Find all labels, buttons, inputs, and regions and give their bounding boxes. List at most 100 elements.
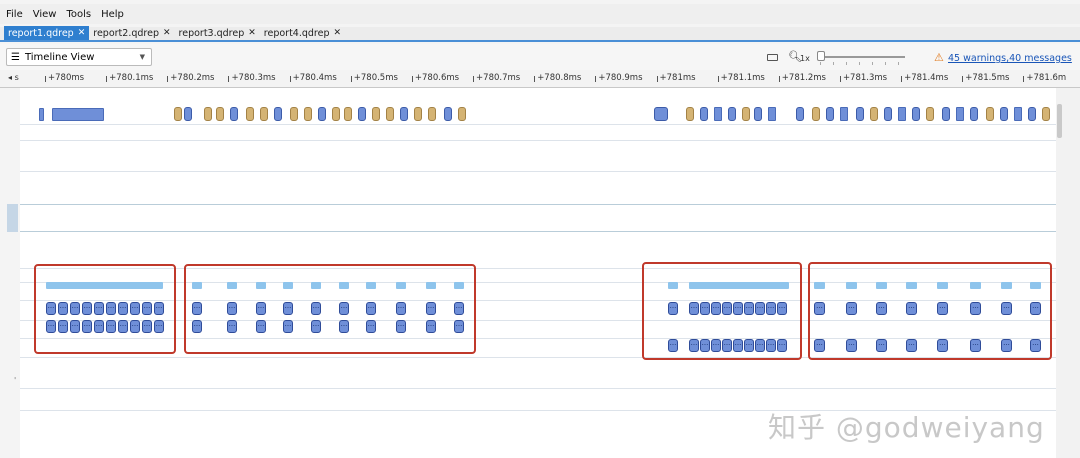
menu-help[interactable]: Help: [101, 9, 124, 20]
row-divider: [20, 124, 1056, 125]
report-tab-bar: report1.qdrep ✕ report2.qdrep ✕ report3.…: [0, 26, 1080, 42]
kernel-event[interactable]: [840, 107, 848, 121]
tab-label: report3.qdrep: [178, 27, 245, 39]
time-ruler[interactable]: ◂ s +780ms +780.1ms +780.2ms +780.3ms +780.4…: [0, 70, 1080, 88]
kernel-event[interactable]: [400, 107, 408, 121]
kernel-event[interactable]: [728, 107, 736, 121]
kernel-event[interactable]: [184, 107, 192, 121]
kernel-event[interactable]: [884, 107, 892, 121]
ruler-tick-label: +781.5ms: [962, 73, 1010, 83]
zoom-slider-track[interactable]: [817, 56, 905, 58]
kernel-event[interactable]: [304, 107, 312, 121]
row-selection-marker: [7, 204, 18, 232]
warnings-link[interactable]: 45 warnings,40 messages: [948, 53, 1072, 64]
ruler-tick-label: +781.4ms: [901, 73, 949, 83]
tab-report3[interactable]: report3.qdrep ✕: [175, 26, 260, 40]
kernel-event[interactable]: [1000, 107, 1008, 121]
kernel-event[interactable]: [942, 107, 950, 121]
kernel-event[interactable]: [686, 107, 694, 121]
kernel-event[interactable]: [714, 107, 722, 121]
kernel-event[interactable]: [1028, 107, 1036, 121]
kernel-event[interactable]: [742, 107, 750, 121]
kernel-event[interactable]: [260, 107, 268, 121]
kernel-event[interactable]: [1014, 107, 1022, 121]
view-select[interactable]: ☰ Timeline View ▼: [6, 48, 152, 66]
ruler-tick-label: +781.6m: [1023, 73, 1067, 83]
view-select-value: Timeline View: [24, 51, 95, 63]
kernel-event[interactable]: [344, 107, 352, 121]
ruler-tick-label: +780.9ms: [595, 73, 643, 83]
tab-report2[interactable]: report2.qdrep ✕: [89, 26, 174, 40]
kernel-event[interactable]: [700, 107, 708, 121]
highlight-box: [34, 264, 176, 354]
kernel-event[interactable]: [332, 107, 340, 121]
kernel-event[interactable]: [970, 107, 978, 121]
kernel-event[interactable]: [372, 107, 380, 121]
kernel-event[interactable]: [358, 107, 366, 121]
kernel-event[interactable]: [956, 107, 964, 121]
menu-view[interactable]: View: [33, 9, 57, 20]
ruler-tick-label: +780ms: [44, 73, 85, 83]
ruler-tick-label: +780.1ms: [106, 73, 154, 83]
close-icon[interactable]: ✕: [248, 28, 256, 38]
menu-bar: File View Tools Help: [0, 4, 1080, 24]
kernel-event[interactable]: [856, 107, 864, 121]
menu-tools[interactable]: Tools: [66, 9, 91, 20]
tab-label: report2.qdrep: [93, 27, 159, 39]
kernel-event[interactable]: [318, 107, 326, 121]
vertical-scrollbar-thumb[interactable]: [1057, 104, 1062, 138]
kernel-event[interactable]: [754, 107, 762, 121]
kernel-event[interactable]: [654, 107, 668, 121]
kernel-event[interactable]: [274, 107, 282, 121]
selected-row[interactable]: [20, 204, 1056, 232]
kernel-event[interactable]: [204, 107, 212, 121]
watermark: 知乎 @godweiyang: [768, 411, 1045, 444]
zoom-level: 1x: [800, 54, 810, 63]
kernel-event[interactable]: [428, 107, 436, 121]
tab-report4[interactable]: report4.qdrep ✕: [260, 26, 345, 40]
keyboard-icon[interactable]: [767, 54, 778, 61]
ruler-tick-label: +781ms: [656, 73, 696, 83]
kernel-event[interactable]: [912, 107, 920, 121]
kernel-event[interactable]: [246, 107, 254, 121]
row-divider: [20, 140, 1056, 141]
kernel-event[interactable]: [414, 107, 422, 121]
vertical-scrollbar-track[interactable]: [1056, 88, 1080, 458]
highlight-box: [184, 264, 476, 354]
close-icon[interactable]: ✕: [78, 28, 86, 38]
kernel-event[interactable]: [52, 108, 104, 121]
close-icon[interactable]: ✕: [334, 28, 342, 38]
menu-file[interactable]: File: [6, 9, 23, 20]
kernel-event[interactable]: [290, 107, 298, 121]
kernel-event[interactable]: [768, 107, 776, 121]
kernel-event[interactable]: [796, 107, 804, 121]
chevron-down-icon: ▼: [139, 53, 145, 61]
kernel-event[interactable]: [870, 107, 878, 121]
ruler-tick-label: +780.8ms: [534, 73, 582, 83]
kernel-event[interactable]: [826, 107, 834, 121]
close-icon[interactable]: ✕: [163, 28, 171, 38]
kernel-event[interactable]: [926, 107, 934, 121]
ruler-tick-label: +780.6ms: [411, 73, 460, 83]
ruler-tick-label: +780.7ms: [473, 73, 521, 83]
kernel-event[interactable]: [230, 107, 238, 121]
tab-report1[interactable]: report1.qdrep ✕: [4, 26, 90, 40]
ruler-tick-label: +780.2ms: [167, 73, 215, 83]
list-icon: ☰: [11, 51, 20, 63]
kernel-event[interactable]: [444, 107, 452, 121]
kernel-event[interactable]: [898, 107, 906, 121]
kernel-event[interactable]: [216, 107, 224, 121]
ruler-tick-label: +780.3ms: [228, 73, 276, 83]
ruler-start-label: ◂ s: [8, 73, 19, 82]
kernel-event[interactable]: [812, 107, 820, 121]
kernel-event[interactable]: [174, 107, 182, 121]
kernel-event[interactable]: [986, 107, 994, 121]
kernel-event[interactable]: [458, 107, 466, 121]
ruler-tick-label: +780.4ms: [289, 73, 337, 83]
kernel-event[interactable]: [1042, 107, 1050, 121]
tab-label: report1.qdrep: [8, 27, 74, 39]
zoom-slider-thumb[interactable]: [817, 51, 825, 61]
tab-label: report4.qdrep: [263, 27, 330, 39]
kernel-event[interactable]: [39, 108, 44, 121]
kernel-event[interactable]: [386, 107, 394, 121]
